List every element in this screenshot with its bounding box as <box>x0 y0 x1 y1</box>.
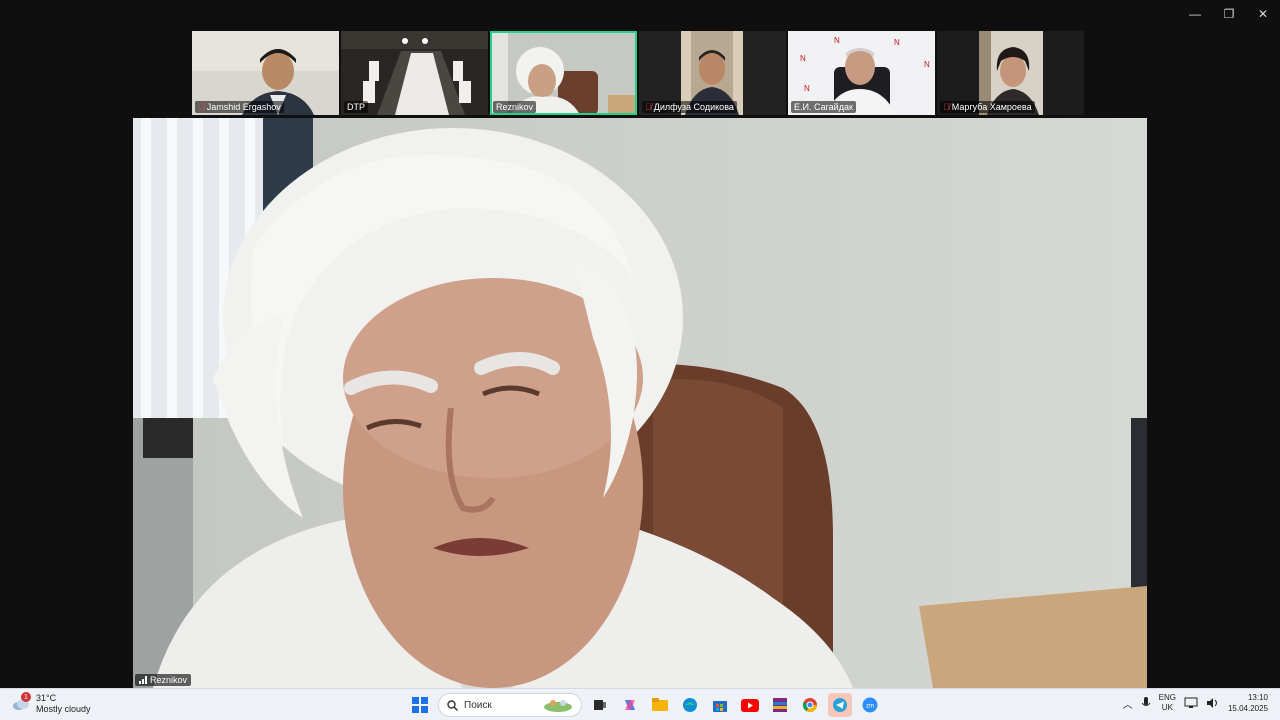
participant-label: Reznikov <box>493 101 537 113</box>
signal-strength-icon <box>139 676 147 684</box>
main-speaker-label: Reznikov <box>135 674 192 686</box>
participant-label: 🎙̸ Jamshid Ergashov <box>195 101 284 113</box>
taskbar-apps: Поиск zm <box>408 693 882 717</box>
participant-tile[interactable]: 🎙̸ Маргуба Хамроева <box>937 31 1084 115</box>
zoom-icon[interactable]: zm <box>858 693 882 717</box>
search-highlight-icon <box>544 700 572 712</box>
windows-taskbar: 1 31°C Mostly cloudy Поиск zm ︿ ENG UK 1… <box>0 688 1280 720</box>
weather-widget[interactable]: 1 31°C Mostly cloudy <box>12 692 91 715</box>
windows-start-icon[interactable] <box>408 693 432 717</box>
svg-text:zm: zm <box>866 704 874 710</box>
svg-text:N: N <box>834 36 840 45</box>
participant-tile[interactable]: 🎙̸ Jamshid Ergashov <box>192 31 339 115</box>
volume-icon[interactable] <box>1206 697 1220 709</box>
window-controls: — ❐ ✕ <box>1178 0 1280 28</box>
svg-text:N: N <box>800 54 806 63</box>
participant-label: DTP <box>344 101 368 113</box>
taskbar-clock[interactable]: 13:10 15.04.2025 <box>1228 692 1268 714</box>
notification-badge: 1 <box>21 692 31 702</box>
file-explorer-icon[interactable] <box>648 693 672 717</box>
minimize-button[interactable]: — <box>1178 0 1212 28</box>
close-button[interactable]: ✕ <box>1246 0 1280 28</box>
close-icon: ✕ <box>1257 7 1269 21</box>
participant-label: Е.И. Сагайдак <box>791 101 856 113</box>
task-view-icon[interactable] <box>588 693 612 717</box>
taskbar-search[interactable]: Поиск <box>438 693 582 717</box>
copilot-icon[interactable] <box>618 693 642 717</box>
network-icon[interactable] <box>1184 697 1198 709</box>
system-tray: ︿ ENG UK 13:10 15.04.2025 <box>1123 692 1268 714</box>
participant-label: 🎙̸ Маргуба Хамроева <box>940 101 1035 113</box>
weather-text: 31°C Mostly cloudy <box>36 693 91 715</box>
participant-tile[interactable]: N N N N N Е.И. Сагайдак <box>788 31 935 115</box>
language-indicator[interactable]: ENG UK <box>1159 693 1176 713</box>
chevron-up-icon[interactable]: ︿ <box>1123 696 1133 711</box>
chrome-icon[interactable] <box>798 693 822 717</box>
edge-icon[interactable] <box>678 693 702 717</box>
search-icon <box>447 699 458 711</box>
minimize-icon: — <box>1189 7 1201 21</box>
telegram-icon[interactable] <box>828 693 852 717</box>
mic-muted-icon: 🎙̸ <box>198 102 205 112</box>
winrar-icon[interactable] <box>768 693 792 717</box>
store-icon[interactable] <box>708 693 732 717</box>
participant-tile[interactable]: 🎙̸ Дилфуза Содикова <box>639 31 786 115</box>
weather-temp: 31°C <box>36 693 57 703</box>
weather-desc: Mostly cloudy <box>36 704 91 714</box>
mic-muted-icon: 🎙̸ <box>943 102 950 112</box>
participant-tile-active[interactable]: Reznikov <box>490 31 637 115</box>
svg-text:N: N <box>924 60 930 69</box>
mic-muted-icon: 🎙̸ <box>645 102 652 112</box>
speaker-video-frame <box>133 118 1147 688</box>
svg-text:N: N <box>804 84 810 93</box>
participant-label: 🎙̸ Дилфуза Содикова <box>642 101 737 113</box>
restore-icon: ❐ <box>1223 7 1235 21</box>
main-speaker-video[interactable]: Reznikov <box>133 118 1147 688</box>
svg-text:N: N <box>894 38 900 47</box>
youtube-icon[interactable] <box>738 693 762 717</box>
participant-strip: 🎙̸ Jamshid Ergashov DTP Reznikov 🎙̸ Дилф… <box>192 31 1088 115</box>
search-placeholder: Поиск <box>464 699 492 711</box>
restore-button[interactable]: ❐ <box>1212 0 1246 28</box>
participant-tile[interactable]: DTP <box>341 31 488 115</box>
microphone-icon[interactable] <box>1141 696 1151 710</box>
